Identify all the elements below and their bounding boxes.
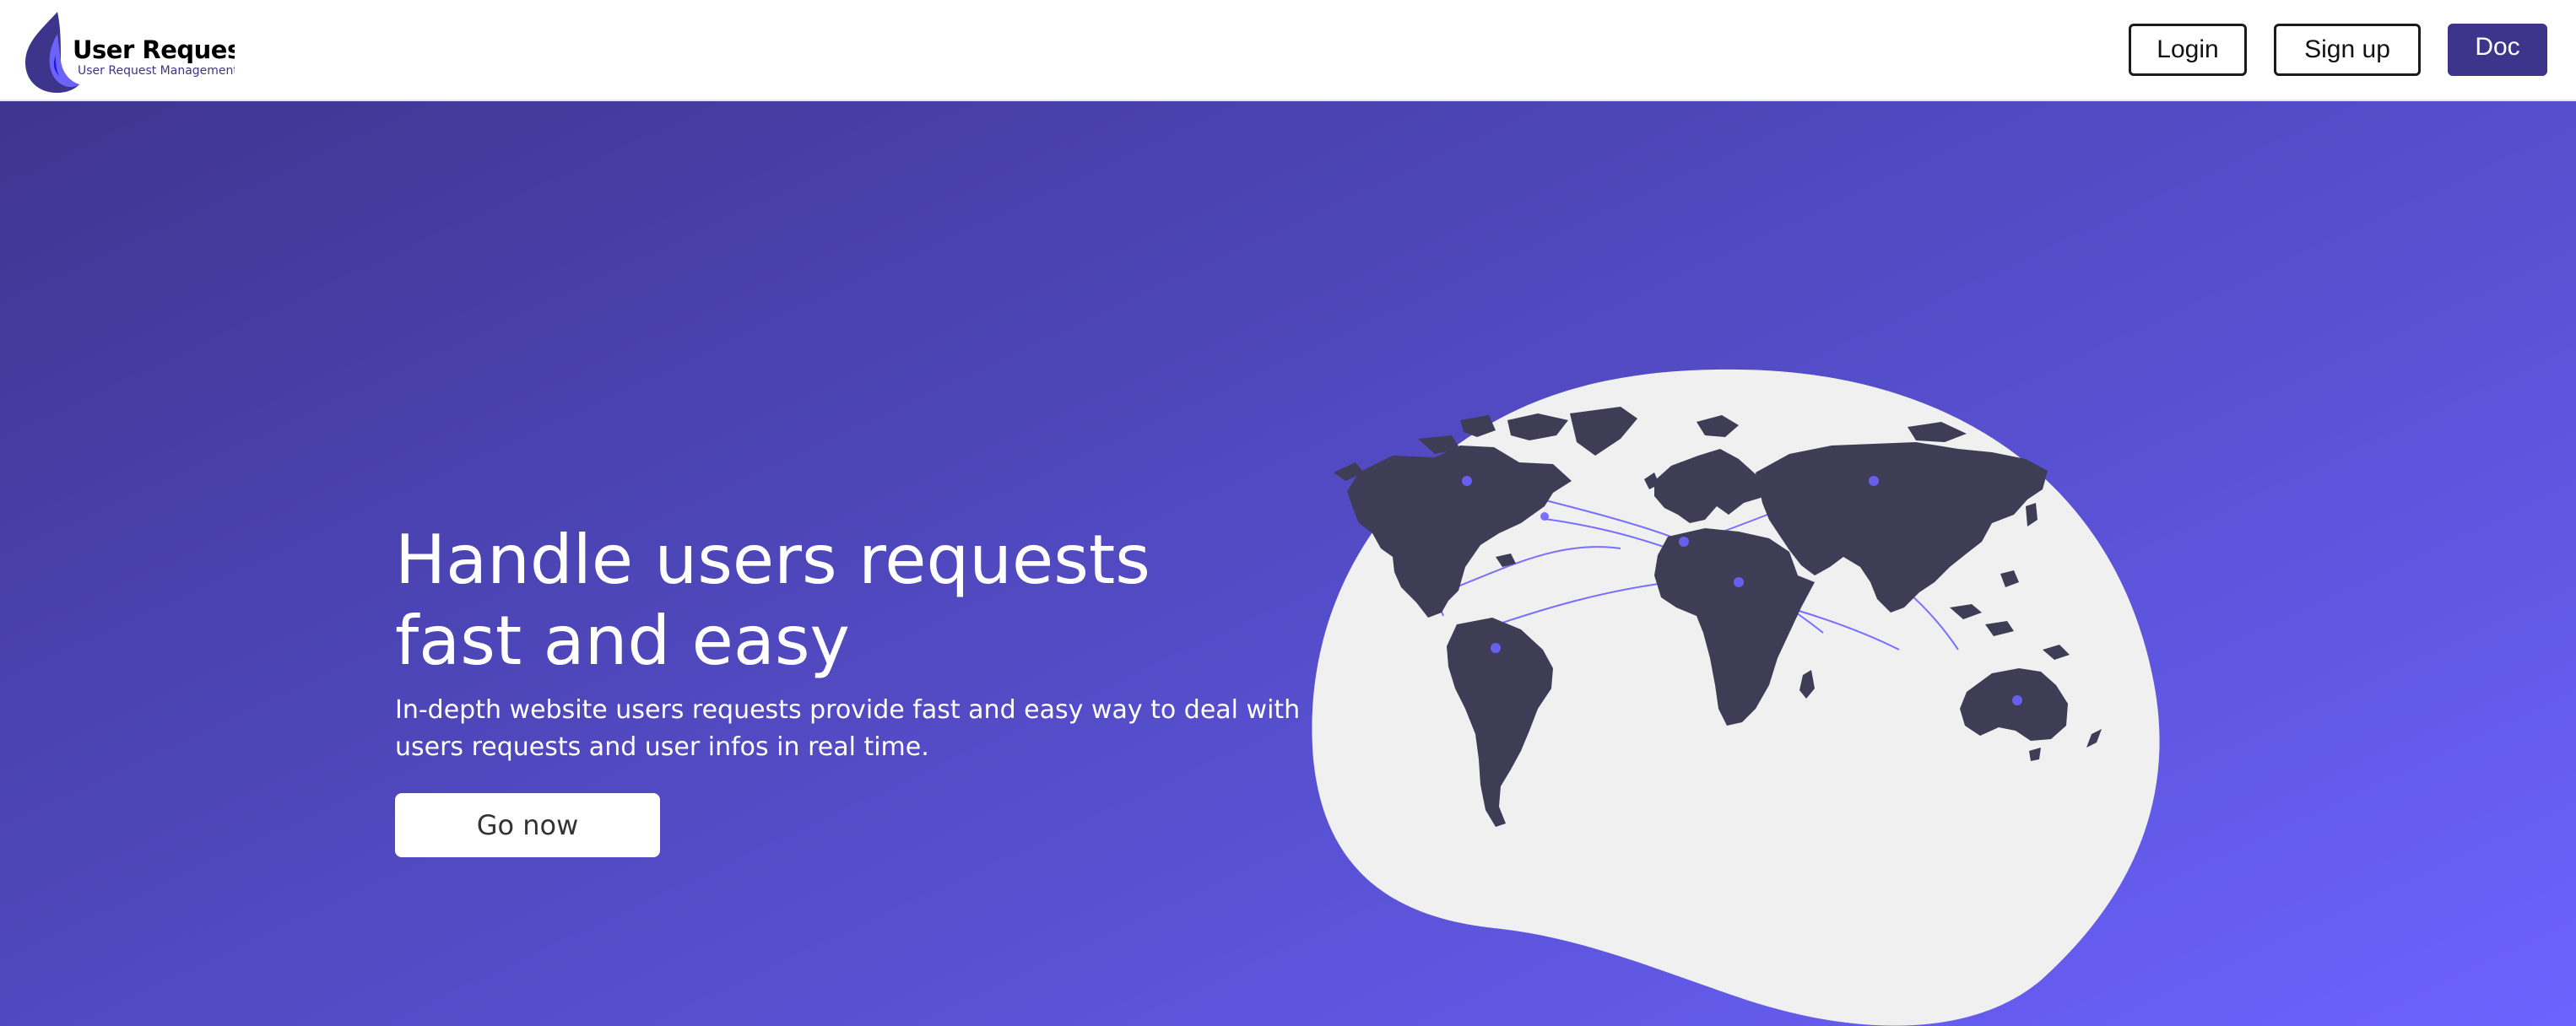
hero-section: Handle users requests fast and easy In-d… [0, 101, 2576, 1026]
navbar: User Request User Request Management Log… [0, 0, 2576, 101]
logo[interactable]: User Request User Request Management [24, 10, 235, 94]
logo-subtitle: User Request Management [78, 64, 235, 78]
signup-button[interactable]: Sign up [2274, 24, 2421, 76]
nav-buttons: Login Sign up Doc [2129, 24, 2547, 76]
logo-title: User Request [73, 35, 235, 64]
doc-button[interactable]: Doc [2448, 24, 2547, 76]
world-map-network-icon [1312, 369, 2160, 1026]
hero-text: Handle users requests fast and easy In-d… [395, 520, 1323, 766]
hero-description: In-depth website users requests provide … [395, 695, 1301, 762]
login-button[interactable]: Login [2129, 24, 2247, 76]
hero-title-line-1: Handle users requests [395, 521, 1150, 599]
hero-title: Handle users requests fast and easy [395, 520, 1323, 682]
go-now-button[interactable]: Go now [395, 793, 660, 857]
hero-title-line-2: fast and easy [395, 602, 850, 680]
